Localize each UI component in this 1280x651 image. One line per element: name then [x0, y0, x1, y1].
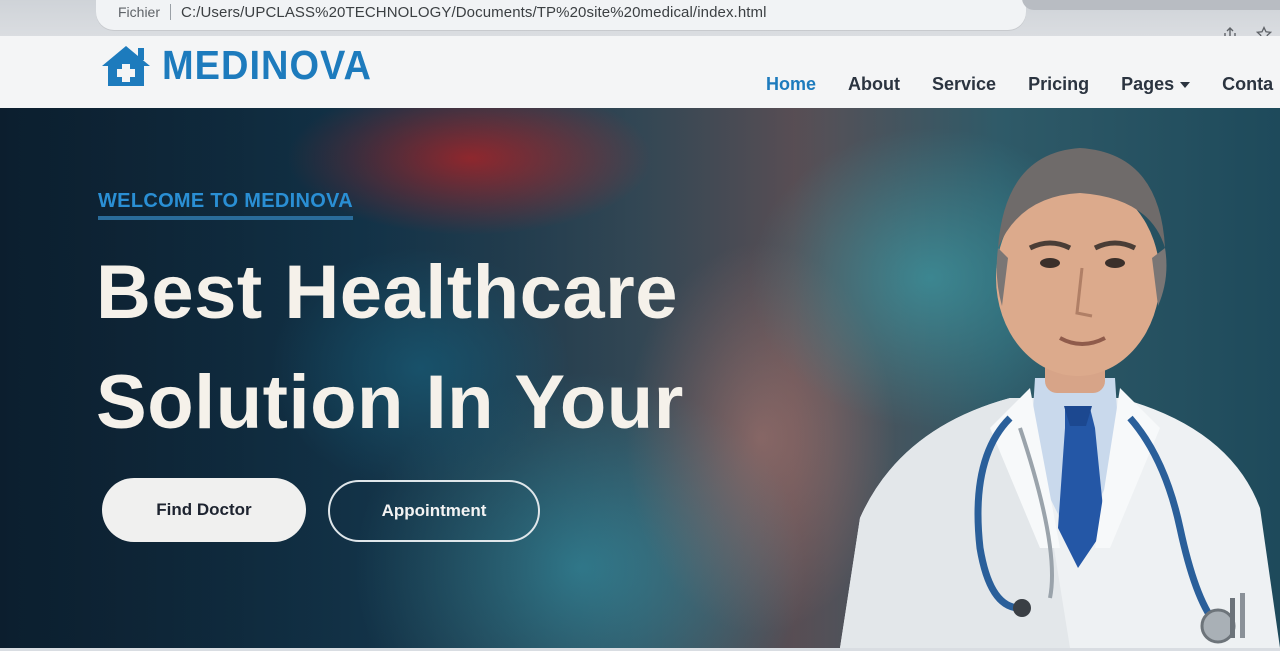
- nav-item-about[interactable]: About: [832, 66, 916, 103]
- main-nav: Home About Service Pricing Pages Conta: [750, 66, 1280, 131]
- url-text[interactable]: C:/Users/UPCLASS%20TECHNOLOGY/Documents/…: [181, 4, 767, 21]
- browser-actions: [1222, 26, 1272, 36]
- doctor-photo: [840, 148, 1280, 648]
- hero-eyebrow: WELCOME TO MEDINOVA: [98, 190, 353, 220]
- find-doctor-button[interactable]: Find Doctor: [102, 478, 306, 542]
- nav-item-pricing[interactable]: Pricing: [1012, 66, 1105, 103]
- hero-headline-line-1: Best Healthcare: [96, 250, 678, 335]
- chevron-down-icon: [1180, 82, 1191, 89]
- nav-item-pages-label: Pages: [1121, 74, 1175, 94]
- site-logo[interactable]: MEDINOVA: [100, 42, 372, 89]
- url-field[interactable]: Fichier C:/Users/UPCLASS%20TECHNOLOGY/Do…: [96, 0, 1026, 30]
- brand-name: MEDINOVA: [162, 42, 372, 89]
- browser-tab-area: [1022, 0, 1280, 10]
- nav-item-contact[interactable]: Conta: [1206, 66, 1280, 103]
- browser-address-bar: Fichier C:/Users/UPCLASS%20TECHNOLOGY/Do…: [0, 0, 1280, 36]
- nav-item-home[interactable]: Home: [750, 66, 832, 131]
- hospital-house-icon: [102, 46, 150, 86]
- hero-headline: Best Healthcare Solution In Your: [96, 238, 736, 458]
- url-divider: [170, 4, 172, 20]
- hero-section: WELCOME TO MEDINOVA Best Healthcare Solu…: [0, 108, 1280, 648]
- bookmark-star-icon[interactable]: [1256, 26, 1272, 36]
- share-icon[interactable]: [1222, 26, 1238, 36]
- nav-item-service[interactable]: Service: [916, 66, 1012, 103]
- hero-headline-line-2: Solution In Your: [96, 360, 684, 445]
- nav-item-pages[interactable]: Pages: [1105, 66, 1206, 103]
- appointment-button[interactable]: Appointment: [328, 480, 540, 542]
- url-status-label: Fichier: [118, 4, 161, 20]
